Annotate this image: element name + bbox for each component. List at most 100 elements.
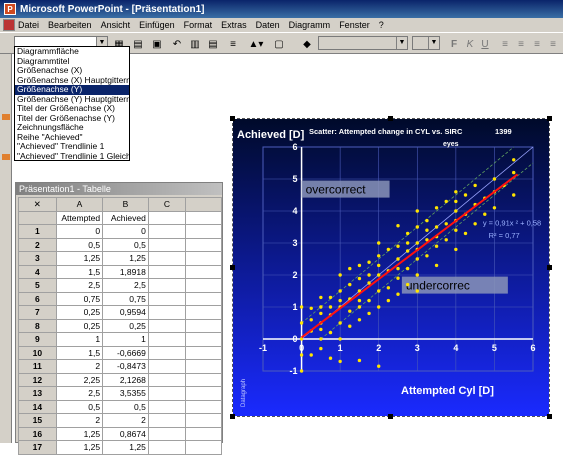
achieved-cell[interactable]: 0,5 xyxy=(102,237,149,252)
row-header[interactable]: 7 xyxy=(18,305,57,320)
attempted-cell[interactable]: 1,25 xyxy=(55,251,104,266)
menu-format[interactable]: Format xyxy=(184,20,213,30)
achieved-cell[interactable]: 1,25 xyxy=(102,251,149,266)
row-header[interactable]: 12 xyxy=(18,372,57,387)
empty-cell[interactable] xyxy=(147,224,186,239)
slide-thumb-icon[interactable] xyxy=(2,154,10,160)
resize-handle[interactable] xyxy=(230,116,235,121)
row-header[interactable]: 16 xyxy=(18,426,57,441)
by-row-icon[interactable]: ▤ xyxy=(206,37,220,51)
series-name-cell[interactable] xyxy=(184,210,223,225)
align-right-icon[interactable]: ≡ xyxy=(530,37,544,51)
resize-handle[interactable] xyxy=(547,116,552,121)
empty-cell[interactable] xyxy=(184,386,223,401)
dropdown-option[interactable]: Größenachse (Y) xyxy=(15,85,129,95)
empty-cell[interactable] xyxy=(184,305,223,320)
achieved-cell[interactable]: -0,8473 xyxy=(102,359,149,374)
attempted-cell[interactable]: 0,25 xyxy=(55,305,104,320)
empty-cell[interactable] xyxy=(147,237,186,252)
font-size-combo[interactable]: ▼ xyxy=(412,36,440,50)
empty-cell[interactable] xyxy=(147,345,186,360)
legend-icon[interactable]: ▢ xyxy=(272,37,286,51)
dropdown-option[interactable]: "Achieved" Trendlinie 1 xyxy=(15,142,129,152)
dropdown-option[interactable]: Titel der Größenachse (Y) xyxy=(15,114,129,124)
series-name-cell[interactable]: Attempted xyxy=(55,210,104,225)
chart-wizard-icon[interactable]: ▲▾ xyxy=(246,37,266,51)
resize-handle[interactable] xyxy=(388,116,393,121)
fill-color-icon[interactable]: ◆ xyxy=(300,37,314,51)
row-header[interactable]: 11 xyxy=(18,359,57,374)
empty-cell[interactable] xyxy=(184,372,223,387)
column-header[interactable]: C xyxy=(147,197,186,212)
resize-handle[interactable] xyxy=(547,414,552,419)
empty-cell[interactable] xyxy=(184,345,223,360)
achieved-cell[interactable]: 0 xyxy=(102,224,149,239)
empty-cell[interactable] xyxy=(184,264,223,279)
empty-cell[interactable] xyxy=(184,359,223,374)
column-header[interactable]: A xyxy=(55,197,104,212)
row-header[interactable]: 14 xyxy=(18,399,57,414)
attempted-cell[interactable]: 1,25 xyxy=(55,426,104,441)
empty-cell[interactable] xyxy=(184,291,223,306)
dropdown-option[interactable]: "Achieved" Trendlinie 1 Gleichung xyxy=(15,152,129,162)
empty-cell[interactable] xyxy=(147,426,186,441)
menu-extras[interactable]: Extras xyxy=(221,20,247,30)
empty-cell[interactable] xyxy=(147,318,186,333)
achieved-cell[interactable]: 2 xyxy=(102,413,149,428)
empty-cell[interactable] xyxy=(184,332,223,347)
row-header[interactable]: 6 xyxy=(18,291,57,306)
align-center-icon[interactable]: ≡ xyxy=(514,37,528,51)
attempted-cell[interactable]: 1,5 xyxy=(55,264,104,279)
row-header[interactable]: 2 xyxy=(18,237,57,252)
series-name-cell[interactable]: Achieved xyxy=(102,210,149,225)
column-header[interactable] xyxy=(184,197,223,212)
dropdown-option[interactable]: Diagrammfläche xyxy=(15,47,129,57)
select-all-corner[interactable]: ✕ xyxy=(18,197,57,212)
menu-help[interactable]: ? xyxy=(379,20,384,30)
dropdown-option[interactable]: Diagrammtitel xyxy=(15,57,129,67)
achieved-cell[interactable]: 0,9594 xyxy=(102,305,149,320)
empty-cell[interactable] xyxy=(184,399,223,414)
empty-cell[interactable] xyxy=(147,413,186,428)
row-header[interactable]: 10 xyxy=(18,345,57,360)
row-header[interactable]: 8 xyxy=(18,318,57,333)
row-header[interactable] xyxy=(18,210,57,225)
row-header[interactable]: 13 xyxy=(18,386,57,401)
menu-diagramm[interactable]: Diagramm xyxy=(289,20,331,30)
empty-cell[interactable] xyxy=(147,399,186,414)
empty-cell[interactable] xyxy=(184,426,223,441)
slide-thumb-icon[interactable] xyxy=(2,114,10,120)
empty-cell[interactable] xyxy=(147,372,186,387)
menu-ansicht[interactable]: Ansicht xyxy=(101,20,131,30)
attempted-cell[interactable]: 2 xyxy=(55,359,104,374)
attempted-cell[interactable]: 2,5 xyxy=(55,278,104,293)
by-column-icon[interactable]: ≡ xyxy=(226,37,240,51)
empty-cell[interactable] xyxy=(184,237,223,252)
empty-cell[interactable] xyxy=(184,251,223,266)
achieved-cell[interactable]: -0,6669 xyxy=(102,345,149,360)
column-header[interactable]: B xyxy=(102,197,149,212)
achieved-cell[interactable]: 2,1268 xyxy=(102,372,149,387)
attempted-cell[interactable]: 0 xyxy=(55,224,104,239)
resize-handle[interactable] xyxy=(388,414,393,419)
menu-einfuegen[interactable]: Einfügen xyxy=(139,20,175,30)
menu-daten[interactable]: Daten xyxy=(256,20,280,30)
chart-area-icon[interactable]: ▤ xyxy=(131,37,145,51)
empty-cell[interactable] xyxy=(147,291,186,306)
empty-cell[interactable] xyxy=(147,278,186,293)
attempted-cell[interactable]: 0,25 xyxy=(55,318,104,333)
row-header[interactable]: 5 xyxy=(18,278,57,293)
achieved-cell[interactable]: 0,75 xyxy=(102,291,149,306)
row-header[interactable]: 15 xyxy=(18,413,57,428)
dropdown-option[interactable]: Reihe "Achieved" xyxy=(15,133,129,143)
chart-object[interactable]: -10123456-10123456overcorrectundercorrec… xyxy=(232,118,550,417)
achieved-cell[interactable]: 1,8918 xyxy=(102,264,149,279)
empty-cell[interactable] xyxy=(184,278,223,293)
empty-cell[interactable] xyxy=(147,264,186,279)
resize-handle[interactable] xyxy=(230,265,235,270)
menu-fenster[interactable]: Fenster xyxy=(339,20,370,30)
align-left-icon[interactable]: ≡ xyxy=(498,37,512,51)
empty-cell[interactable] xyxy=(147,359,186,374)
achieved-cell[interactable]: 3,5355 xyxy=(102,386,149,401)
row-header[interactable]: 4 xyxy=(18,264,57,279)
